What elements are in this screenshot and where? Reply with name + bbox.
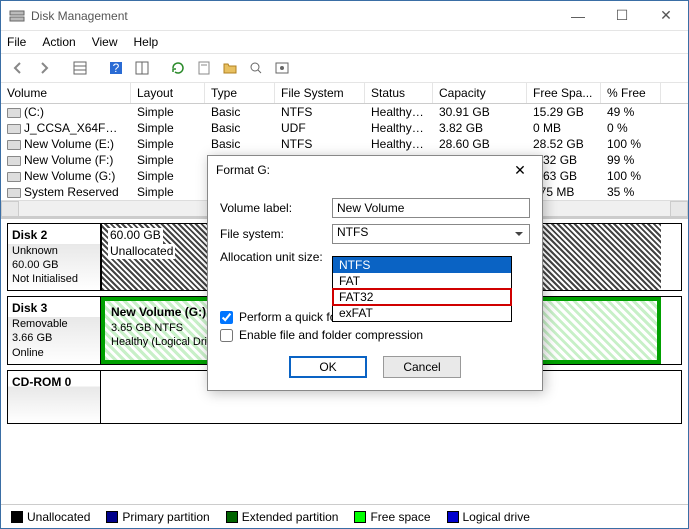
- legend-item: Logical drive: [447, 510, 530, 524]
- col-percent-free[interactable]: % Free: [601, 83, 661, 103]
- menubar: File Action View Help: [1, 31, 688, 53]
- filesystem-dropdown[interactable]: NTFS FAT FAT32 exFAT: [332, 256, 512, 322]
- table-row[interactable]: New Volume (E:)SimpleBasicNTFSHealthy (B…: [1, 136, 688, 152]
- legend: Unallocated Primary partition Extended par…: [1, 504, 688, 528]
- dialog-close-button[interactable]: ✕: [506, 162, 534, 179]
- refresh-icon[interactable]: [167, 57, 189, 79]
- format-dialog: Format G: ✕ Volume label: File system: N…: [207, 155, 543, 391]
- table-row[interactable]: J_CCSA_X64FRE_E...SimpleBasicUDFHealthy …: [1, 120, 688, 136]
- legend-item: Extended partition: [226, 510, 339, 524]
- forward-button[interactable]: [33, 57, 55, 79]
- volume-label-input[interactable]: [332, 198, 530, 218]
- filesystem-select[interactable]: NTFS: [332, 224, 530, 244]
- option-fat32[interactable]: FAT32: [333, 289, 511, 305]
- folder-icon[interactable]: [219, 57, 241, 79]
- close-button[interactable]: ✕: [644, 2, 688, 30]
- volume-list-header: Volume Layout Type File System Status Ca…: [1, 83, 688, 104]
- col-capacity[interactable]: Capacity: [433, 83, 527, 103]
- option-ntfs[interactable]: NTFS: [333, 257, 511, 273]
- minimize-button[interactable]: —: [556, 2, 600, 30]
- filesystem-label: File system:: [220, 227, 332, 241]
- dialog-title: Format G:: [216, 163, 506, 177]
- table-view-icon[interactable]: [69, 57, 91, 79]
- settings-icon[interactable]: [271, 57, 293, 79]
- ok-button[interactable]: OK: [289, 356, 367, 378]
- menu-file[interactable]: File: [7, 35, 26, 49]
- option-fat[interactable]: FAT: [333, 273, 511, 289]
- list-icon[interactable]: [131, 57, 153, 79]
- window-title: Disk Management: [31, 9, 556, 23]
- properties-icon[interactable]: [193, 57, 215, 79]
- disk-info[interactable]: Disk 3Removable3.66 GBOnline: [7, 296, 101, 364]
- table-row[interactable]: (C:)SimpleBasicNTFSHealthy (B...30.91 GB…: [1, 104, 688, 120]
- quick-format-checkbox[interactable]: [220, 311, 233, 324]
- compression-checkbox[interactable]: [220, 329, 233, 342]
- legend-item: Primary partition: [106, 510, 209, 524]
- svg-text:?: ?: [113, 61, 120, 75]
- legend-item: Free space: [354, 510, 430, 524]
- disk-info[interactable]: CD-ROM 0: [7, 370, 101, 424]
- help-icon[interactable]: ?: [105, 57, 127, 79]
- disk-info[interactable]: Disk 2Unknown60.00 GBNot Initialised: [7, 223, 101, 291]
- volume-label-label: Volume label:: [220, 201, 332, 215]
- maximize-button[interactable]: ☐: [600, 2, 644, 30]
- menu-help[interactable]: Help: [134, 35, 159, 49]
- toolbar: ?: [1, 53, 688, 83]
- compression-label: Enable file and folder compression: [239, 328, 423, 342]
- col-free[interactable]: Free Spa...: [527, 83, 601, 103]
- app-icon: [9, 8, 25, 24]
- legend-item: Unallocated: [11, 510, 90, 524]
- dialog-titlebar: Format G: ✕: [208, 156, 542, 184]
- col-status[interactable]: Status: [365, 83, 433, 103]
- menu-view[interactable]: View: [92, 35, 118, 49]
- col-filesystem[interactable]: File System: [275, 83, 365, 103]
- col-layout[interactable]: Layout: [131, 83, 205, 103]
- cancel-button[interactable]: Cancel: [383, 356, 461, 378]
- back-button[interactable]: [7, 57, 29, 79]
- menu-action[interactable]: Action: [42, 35, 75, 49]
- col-volume[interactable]: Volume: [1, 83, 131, 103]
- window-titlebar: Disk Management — ☐ ✕: [1, 1, 688, 31]
- option-exfat[interactable]: exFAT: [333, 305, 511, 321]
- search-disk-icon[interactable]: [245, 57, 267, 79]
- col-type[interactable]: Type: [205, 83, 275, 103]
- allocation-unit-label: Allocation unit size:: [220, 250, 332, 264]
